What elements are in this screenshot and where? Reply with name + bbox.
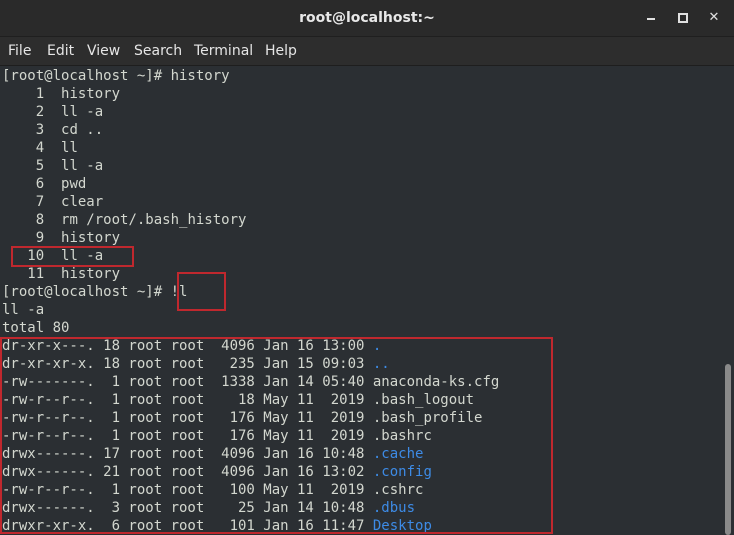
history-entry: 1 history (2, 85, 120, 103)
history-entry: 7 clear (2, 193, 103, 211)
echo-line: ll -a (2, 301, 44, 319)
prompt-line: [root@localhost ~]# !l (2, 283, 187, 301)
history-entry: 9 history (2, 229, 120, 247)
history-number: 6 (2, 176, 45, 192)
menu-edit[interactable]: Edit (47, 37, 74, 65)
menu-help[interactable]: Help (265, 37, 297, 65)
history-number: 3 (2, 122, 45, 138)
history-number: 4 (2, 140, 45, 156)
total-text: total 80 (2, 320, 70, 336)
menu-view[interactable]: View (87, 37, 120, 65)
history-command: ll -a (44, 104, 104, 120)
history-command: ll -a (44, 158, 104, 174)
history-command: history (44, 230, 121, 246)
history-number: 7 (2, 194, 45, 210)
history-entry: 8 rm /root/.bash_history (2, 211, 247, 229)
close-icon[interactable] (706, 10, 722, 26)
history-number: 9 (2, 230, 45, 246)
history-number: 11 (2, 266, 45, 282)
terminal-window: root@localhost:~ File Edit View Search T… (0, 0, 734, 535)
history-command: pwd (44, 176, 87, 192)
scroll-thumb[interactable] (725, 364, 731, 535)
history-number: 5 (2, 158, 45, 174)
highlight-history-10 (11, 246, 134, 267)
prompt-text: [root@localhost ~]# history (2, 68, 230, 84)
history-number: 2 (2, 104, 45, 120)
prompt-line: [root@localhost ~]# history (2, 67, 230, 85)
total-line: total 80 (2, 319, 69, 337)
scrollbar[interactable] (722, 66, 734, 535)
minimize-icon[interactable] (644, 10, 660, 26)
history-command: cd .. (44, 122, 104, 138)
history-entry: 5 ll -a (2, 157, 103, 175)
history-entry: 4 ll (2, 139, 78, 157)
menu-file[interactable]: File (8, 37, 31, 65)
title-bar[interactable]: root@localhost:~ (0, 0, 734, 37)
history-number: 8 (2, 212, 45, 228)
menu-search[interactable]: Search (134, 37, 182, 65)
history-command: clear (44, 194, 104, 210)
highlight-listing (0, 337, 553, 534)
history-command: history (44, 86, 121, 102)
highlight-bang-command (177, 272, 226, 311)
prompt-text: [root@localhost ~]# (2, 284, 171, 300)
maximize-icon[interactable] (675, 10, 691, 26)
history-command: rm /root/.bash_history (44, 212, 247, 228)
history-entry: 11 history (2, 265, 120, 283)
history-entry: 6 pwd (2, 175, 87, 193)
menu-bar: File Edit View Search Terminal Help (0, 37, 734, 66)
window-title: root@localhost:~ (299, 10, 435, 26)
echo-text: ll -a (2, 302, 45, 318)
history-entry: 3 cd .. (2, 121, 103, 139)
menu-terminal[interactable]: Terminal (194, 37, 253, 65)
history-number: 1 (2, 86, 45, 102)
history-entry: 2 ll -a (2, 103, 103, 121)
history-command: history (44, 266, 121, 282)
history-command: ll (44, 140, 78, 156)
